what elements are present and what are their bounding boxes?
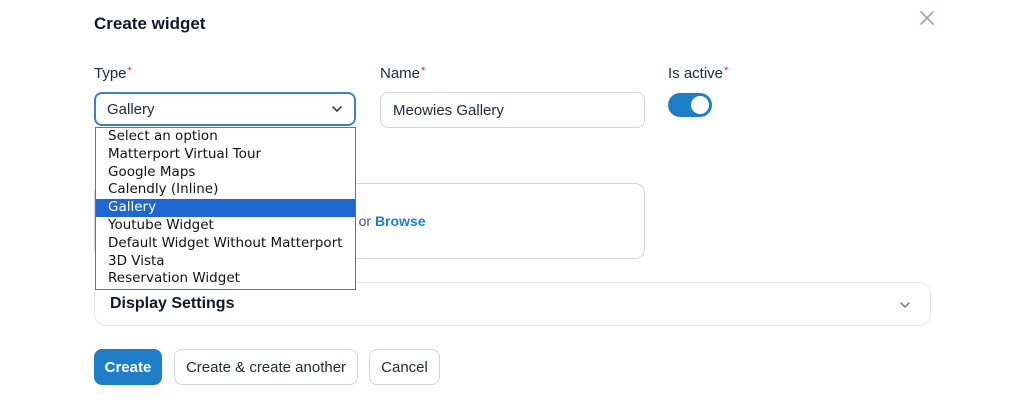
required-mark: * <box>421 65 426 77</box>
cancel-button[interactable]: Cancel <box>369 349 440 385</box>
chevron-down-icon <box>898 298 912 317</box>
dropdown-option[interactable]: Reservation Widget <box>96 270 355 288</box>
required-mark: * <box>127 65 132 77</box>
chevron-down-icon <box>330 102 344 121</box>
name-label: Name* <box>380 65 425 82</box>
create-button[interactable]: Create <box>94 349 162 385</box>
dropdown-option[interactable]: Default Widget Without Matterport <box>96 235 355 253</box>
close-icon[interactable] <box>916 7 938 29</box>
type-select-value: Gallery <box>107 101 155 118</box>
is-active-toggle[interactable] <box>668 93 712 117</box>
create-another-button[interactable]: Create & create another <box>174 349 358 385</box>
type-select[interactable]: Gallery <box>94 92 356 126</box>
is-active-label: Is active* <box>668 65 728 82</box>
dropdown-option-selected[interactable]: Gallery <box>96 199 355 217</box>
browse-link[interactable]: Browse <box>375 213 426 229</box>
type-label-text: Type <box>94 65 127 82</box>
name-label-text: Name <box>380 65 421 82</box>
display-settings-title: Display Settings <box>110 295 235 312</box>
is-active-label-text: Is active <box>668 65 724 82</box>
dropdown-option[interactable]: Matterport Virtual Tour <box>96 146 355 164</box>
dropdown-option[interactable]: 3D Vista <box>96 253 355 271</box>
dropdown-option[interactable]: Youtube Widget <box>96 217 355 235</box>
dropdown-option[interactable]: Calendly (Inline) <box>96 181 355 199</box>
type-dropdown-list: Select an option Matterport Virtual Tour… <box>95 127 356 290</box>
toggle-knob <box>691 96 709 114</box>
type-label: Type* <box>94 65 132 82</box>
name-input[interactable] <box>380 92 645 128</box>
dropdown-option[interactable]: Select an option <box>96 128 355 146</box>
dropdown-option[interactable]: Google Maps <box>96 164 355 182</box>
modal-title: Create widget <box>94 14 206 33</box>
required-mark: * <box>724 65 729 77</box>
create-widget-modal: Create widget Type* Gallery Name* Is act… <box>0 0 1024 400</box>
